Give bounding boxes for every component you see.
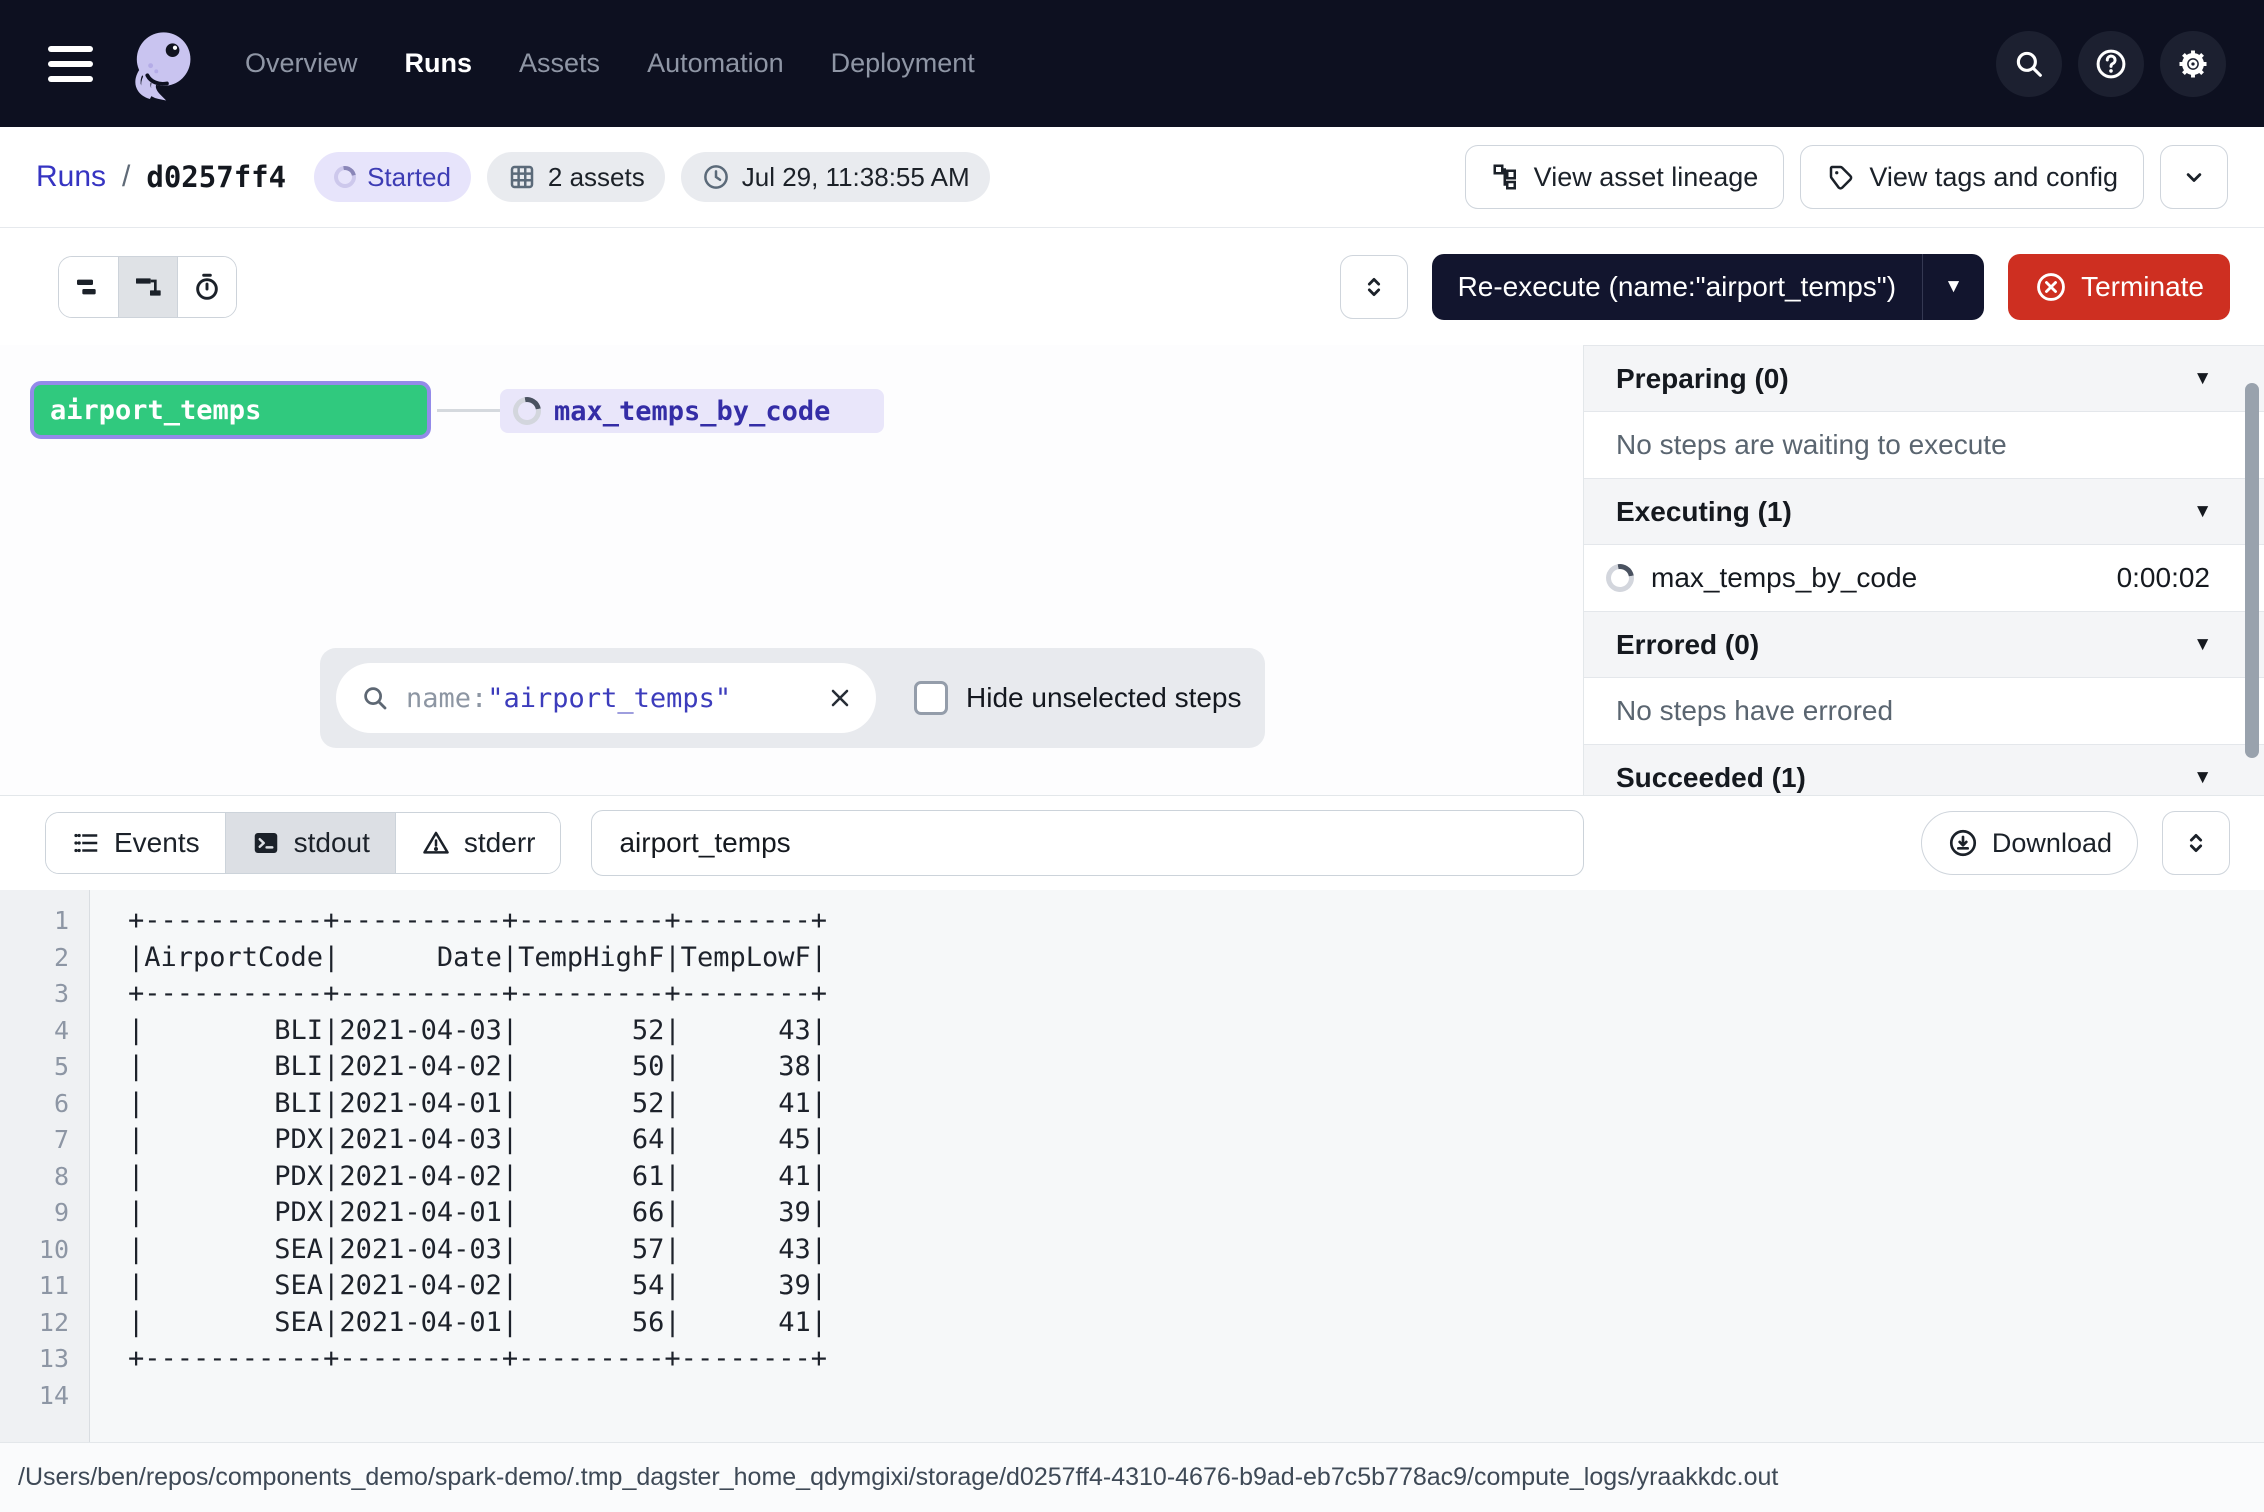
caret-down-icon: ▼ — [2193, 634, 2212, 656]
warning-triangle-icon — [421, 828, 451, 858]
terminal-icon — [251, 828, 281, 858]
nav-item-deployment[interactable]: Deployment — [831, 48, 975, 79]
run-gantt-canvas: airport_temps max_temps_by_code name:"ai… — [0, 345, 1583, 795]
terminate-button[interactable]: Terminate — [2008, 254, 2230, 320]
clock-icon — [701, 162, 731, 192]
tab-stdout[interactable]: stdout — [225, 813, 395, 873]
expand-logs-button[interactable] — [2162, 811, 2230, 875]
step-node-max-temps-by-code[interactable]: max_temps_by_code — [500, 389, 884, 433]
stdout-log-viewer[interactable]: 1 2 3 4 5 6 7 8 9 10 11 12 13 14 +------… — [0, 890, 2264, 1442]
more-actions-button[interactable] — [2160, 145, 2228, 209]
run-id: d0257ff4 — [146, 160, 286, 194]
view-asset-lineage-button[interactable]: View asset lineage — [1465, 145, 1785, 209]
dagster-logo[interactable] — [123, 22, 201, 106]
breadcrumb-separator: / — [122, 160, 130, 194]
hide-unselected-label[interactable]: Hide unselected steps — [966, 682, 1242, 714]
status-badge: Started — [314, 152, 471, 202]
reexecute-split-button: Re-execute (name:"airport_temps") ▼ — [1432, 254, 1985, 320]
expand-vertical-icon — [1360, 273, 1388, 301]
section-preparing[interactable]: Preparing (0) ▼ — [1584, 345, 2264, 412]
hamburger-menu-icon[interactable] — [48, 46, 93, 82]
preparing-empty-text: No steps are waiting to execute — [1584, 412, 2264, 478]
step-status-panel: Preparing (0) ▼ No steps are waiting to … — [1583, 345, 2264, 795]
run-header: Runs / d0257ff4 Started 2 assets Jul 29,… — [0, 127, 2264, 228]
caret-down-icon: ▼ — [2193, 767, 2212, 789]
reexecute-dropdown-button[interactable]: ▼ — [1922, 254, 1984, 320]
line-number-gutter: 1 2 3 4 5 6 7 8 9 10 11 12 13 14 — [0, 890, 90, 1442]
hide-unselected-checkbox[interactable] — [914, 681, 948, 715]
spinner-icon — [1601, 559, 1640, 598]
nav-item-automation[interactable]: Automation — [647, 48, 784, 79]
assets-count-badge[interactable]: 2 assets — [487, 152, 665, 202]
tab-stderr[interactable]: stderr — [395, 813, 561, 873]
view-flat-gantt-button[interactable] — [59, 257, 118, 317]
log-step-filter-input[interactable]: airport_temps — [591, 810, 1584, 876]
expand-vertical-icon — [2182, 829, 2210, 857]
caret-down-icon: ▼ — [1944, 276, 1963, 298]
section-succeeded[interactable]: Succeeded (1) ▼ — [1584, 744, 2264, 795]
view-mode-toggle — [58, 256, 237, 318]
search-icon — [360, 683, 390, 713]
grid-icon — [507, 162, 537, 192]
gantt-flat-icon — [73, 271, 105, 303]
step-node-airport-temps[interactable]: airport_temps — [30, 381, 431, 439]
stopwatch-icon — [191, 271, 223, 303]
gantt-waterfall-icon — [132, 271, 164, 303]
tag-icon — [1826, 162, 1856, 192]
nav-item-runs[interactable]: Runs — [405, 48, 473, 79]
help-button[interactable] — [2078, 31, 2144, 97]
spinner-icon — [330, 162, 361, 193]
view-waterfall-gantt-button[interactable] — [118, 257, 177, 317]
clear-filter-icon[interactable] — [826, 684, 854, 712]
chevron-down-icon — [2180, 163, 2208, 191]
download-button[interactable]: Download — [1921, 811, 2138, 875]
spinner-icon — [508, 392, 547, 431]
step-filter-bar: name:"airport_temps" Hide unselected ste… — [320, 648, 1265, 748]
errored-empty-text: No steps have errored — [1584, 678, 2264, 744]
settings-button[interactable] — [2160, 31, 2226, 97]
panel-scrollbar[interactable] — [2245, 383, 2259, 758]
dependency-edge — [437, 409, 500, 412]
run-toolbar: Re-execute (name:"airport_temps") ▼ Term… — [0, 228, 2264, 345]
nav-item-assets[interactable]: Assets — [519, 48, 600, 79]
log-type-tabs: Events stdout stderr — [45, 812, 561, 874]
executing-step-row[interactable]: max_temps_by_code 0:00:02 — [1584, 545, 2264, 611]
caret-down-icon: ▼ — [2193, 501, 2212, 523]
log-text: +-----------+----------+---------+------… — [90, 890, 827, 1442]
timestamp-badge: Jul 29, 11:38:55 AM — [681, 152, 990, 202]
lineage-icon — [1491, 162, 1521, 192]
breadcrumb-runs-link[interactable]: Runs — [36, 160, 106, 194]
search-icon — [2012, 47, 2046, 81]
list-icon — [71, 828, 101, 858]
logs-toolbar: Events stdout stderr airport_temps Downl… — [0, 795, 2264, 890]
gear-icon — [2175, 46, 2211, 82]
zoom-fit-button[interactable] — [1340, 255, 1408, 319]
download-icon — [1947, 827, 1979, 859]
top-navigation-bar: Overview Runs Assets Automation Deployme… — [0, 0, 2264, 127]
log-file-path: /Users/ben/repos/components_demo/spark-d… — [18, 1463, 1778, 1492]
primary-nav: Overview Runs Assets Automation Deployme… — [245, 48, 975, 79]
section-executing[interactable]: Executing (1) ▼ — [1584, 478, 2264, 545]
log-file-path-bar: /Users/ben/repos/components_demo/spark-d… — [0, 1442, 2264, 1512]
elapsed-time: 0:00:02 — [2117, 562, 2210, 594]
help-icon — [2093, 46, 2129, 82]
step-filter-input[interactable]: name:"airport_temps" — [336, 663, 876, 733]
caret-down-icon: ▼ — [2193, 368, 2212, 390]
tab-events[interactable]: Events — [46, 813, 225, 873]
circle-x-icon — [2034, 270, 2068, 304]
reexecute-button[interactable]: Re-execute (name:"airport_temps") — [1432, 271, 1923, 303]
search-button[interactable] — [1996, 31, 2062, 97]
view-tags-config-button[interactable]: View tags and config — [1800, 145, 2144, 209]
nav-item-overview[interactable]: Overview — [245, 48, 358, 79]
view-timer-button[interactable] — [177, 257, 236, 317]
section-errored[interactable]: Errored (0) ▼ — [1584, 611, 2264, 678]
